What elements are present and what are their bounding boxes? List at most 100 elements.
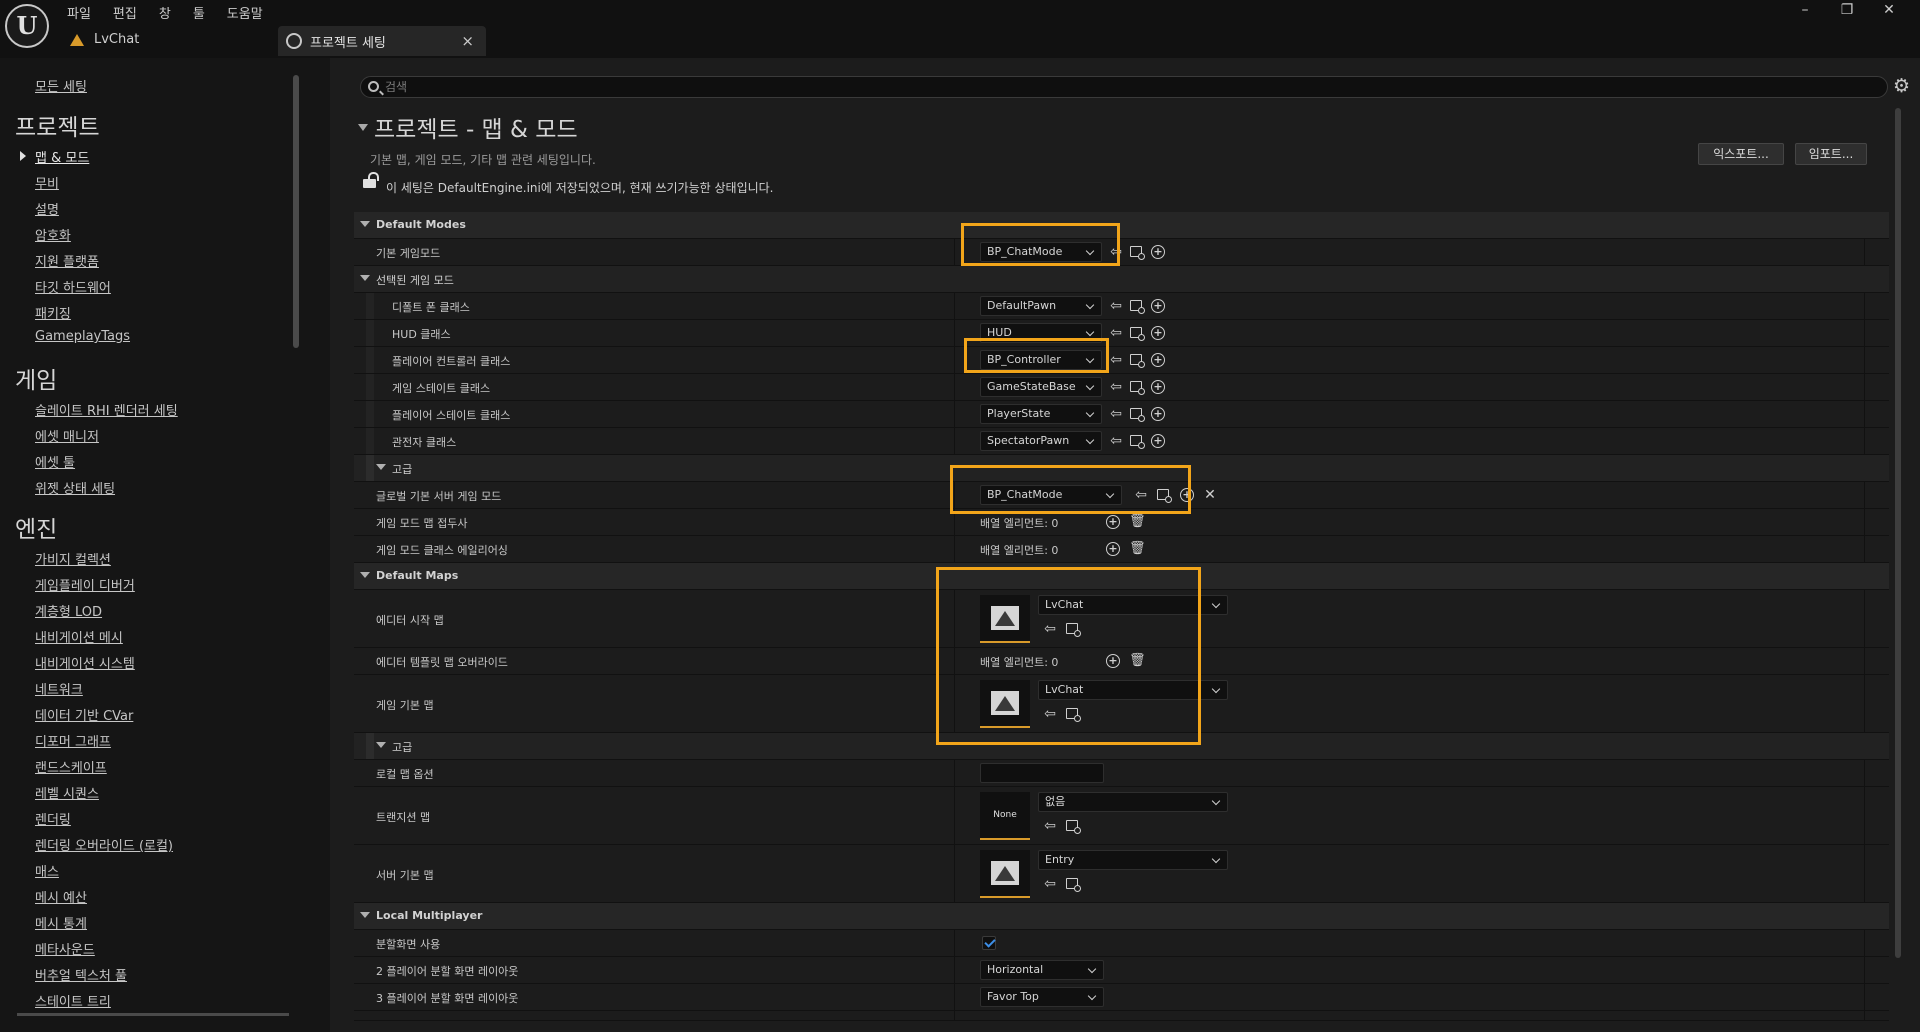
sidebar-item-mass[interactable]: 매스 xyxy=(35,861,59,880)
sidebar-item-data-driven-cvar[interactable]: 데이터 기반 CVar xyxy=(35,705,133,724)
add-icon[interactable]: + xyxy=(1106,515,1120,529)
browse-icon[interactable] xyxy=(1066,878,1081,892)
category-local-multiplayer[interactable]: Local Multiplayer xyxy=(354,903,1889,930)
sidebar-item-garbage-collection[interactable]: 가비지 컬렉션 xyxy=(35,549,111,568)
sidebar-item-landscape[interactable]: 랜드스케이프 xyxy=(35,757,107,776)
playerstate-dropdown[interactable]: PlayerState xyxy=(980,404,1102,424)
sidebar-item-state-tree[interactable]: 스테이트 트리 xyxy=(35,991,111,1010)
sidebar-all-settings[interactable]: 모든 세팅 xyxy=(35,76,87,95)
tab-project-settings[interactable]: 프로젝트 세팅 × xyxy=(278,26,486,56)
map-thumbnail-none[interactable]: None xyxy=(980,792,1030,840)
three-player-layout-dropdown[interactable]: Favor Top xyxy=(980,987,1104,1007)
export-button[interactable]: 익스포트... xyxy=(1698,143,1784,165)
use-selected-icon[interactable]: ⇦ xyxy=(1109,353,1123,367)
use-selected-icon[interactable]: ⇦ xyxy=(1043,819,1057,833)
use-selected-icon[interactable]: ⇦ xyxy=(1109,434,1123,448)
browse-icon[interactable] xyxy=(1157,489,1172,503)
import-button[interactable]: 임포트... xyxy=(1795,143,1867,165)
sidebar-item-virtual-texture-pool[interactable]: 버추얼 텍스처 풀 xyxy=(35,965,127,984)
minimize-button[interactable]: – xyxy=(1784,2,1826,18)
use-selected-icon[interactable]: ⇦ xyxy=(1109,299,1123,313)
sidebar-item-network[interactable]: 네트워크 xyxy=(35,679,83,698)
local-map-options-input[interactable] xyxy=(980,763,1104,783)
browse-icon[interactable] xyxy=(1130,381,1145,395)
browse-icon[interactable] xyxy=(1130,327,1145,341)
use-selected-icon[interactable]: ⇦ xyxy=(1109,380,1123,394)
sidebar-item-navmesh[interactable]: 내비게이션 메시 xyxy=(35,627,123,646)
add-icon[interactable]: + xyxy=(1106,542,1120,556)
add-icon[interactable]: + xyxy=(1151,299,1165,313)
gamestate-dropdown[interactable]: GameStateBase xyxy=(980,377,1102,397)
browse-icon[interactable] xyxy=(1130,246,1145,260)
browse-icon[interactable] xyxy=(1066,708,1081,722)
trash-icon[interactable]: 🗑 xyxy=(1129,654,1146,668)
map-thumbnail[interactable] xyxy=(980,850,1030,898)
use-selected-icon[interactable]: ⇦ xyxy=(1134,488,1148,502)
startup-map-dropdown[interactable]: LvChat xyxy=(1038,595,1228,615)
sidebar-item-supported-platforms[interactable]: 지원 플랫폼 xyxy=(35,251,99,270)
category-default-modes[interactable]: Default Modes xyxy=(354,212,1889,239)
tab-close-icon[interactable]: × xyxy=(461,32,474,50)
sidebar-item-mesh-budget[interactable]: 메시 예산 xyxy=(35,887,87,906)
browse-icon[interactable] xyxy=(1130,408,1145,422)
map-thumbnail[interactable] xyxy=(980,595,1030,643)
menu-help[interactable]: 도움말 xyxy=(227,3,263,22)
add-icon[interactable]: + xyxy=(1151,407,1165,421)
spectator-dropdown[interactable]: SpectatorPawn xyxy=(980,431,1102,451)
browse-icon[interactable] xyxy=(1066,623,1081,637)
add-icon[interactable]: + xyxy=(1151,245,1165,259)
subcategory-maps-advanced[interactable]: 고급 xyxy=(354,733,1889,760)
collapse-arrow-icon[interactable] xyxy=(358,124,368,131)
sidebar-item-level-sequence[interactable]: 레벨 시퀀스 xyxy=(35,783,99,802)
subcategory-selected-gamemode[interactable]: 선택된 게임 모드 xyxy=(354,266,1889,293)
search-input[interactable] xyxy=(385,77,1875,97)
use-selected-icon[interactable]: ⇦ xyxy=(1043,877,1057,891)
subcategory-advanced[interactable]: 고급 xyxy=(354,455,1889,482)
controller-dropdown[interactable]: BP_Controller xyxy=(980,350,1102,370)
maximize-button[interactable]: ❐ xyxy=(1826,2,1868,18)
browse-icon[interactable] xyxy=(1130,354,1145,368)
main-scrollbar[interactable] xyxy=(1895,108,1901,958)
sidebar-item-hlod[interactable]: 계층형 LOD xyxy=(35,601,102,620)
hud-dropdown[interactable]: HUD xyxy=(980,323,1102,343)
add-icon[interactable]: + xyxy=(1151,434,1165,448)
menu-window[interactable]: 창 xyxy=(159,3,171,22)
sidebar-item-gameplay-tags[interactable]: GameplayTags xyxy=(35,329,130,344)
use-selected-icon[interactable]: ⇦ xyxy=(1109,326,1123,340)
sidebar-item-asset-manager[interactable]: 에셋 매니저 xyxy=(35,426,99,445)
menu-tools[interactable]: 툴 xyxy=(193,3,205,22)
clear-icon[interactable]: ✕ xyxy=(1203,488,1217,502)
gear-icon[interactable]: ⚙ xyxy=(1893,75,1910,97)
use-selected-icon[interactable]: ⇦ xyxy=(1043,707,1057,721)
pawn-dropdown[interactable]: DefaultPawn xyxy=(980,296,1102,316)
sidebar-item-encryption[interactable]: 암호화 xyxy=(35,225,71,244)
sidebar-item-rendering[interactable]: 렌더링 xyxy=(35,809,71,828)
map-thumbnail[interactable] xyxy=(980,680,1030,728)
two-player-layout-dropdown[interactable]: Horizontal xyxy=(980,960,1104,980)
add-icon[interactable]: + xyxy=(1151,353,1165,367)
sidebar-item-nav-system[interactable]: 내비게이션 시스템 xyxy=(35,653,135,672)
menu-file[interactable]: 파일 xyxy=(67,3,91,22)
sidebar-item-gameplay-debugger[interactable]: 게임플레이 디버거 xyxy=(35,575,135,594)
server-map-dropdown[interactable]: Entry xyxy=(1038,850,1228,870)
unreal-logo-icon[interactable]: U xyxy=(5,4,49,48)
project-tab[interactable]: LvChat xyxy=(70,32,139,47)
sidebar-horizontal-scrollbar[interactable] xyxy=(17,1013,289,1016)
sidebar-item-deformer-graph[interactable]: 디포머 그래프 xyxy=(35,731,111,750)
server-gamemode-dropdown[interactable]: BP_ChatMode xyxy=(980,485,1122,505)
close-window-button[interactable]: ✕ xyxy=(1868,2,1910,18)
add-icon[interactable]: + xyxy=(1151,326,1165,340)
sidebar-item-slate-rhi[interactable]: 슬레이트 RHI 렌더러 세팅 xyxy=(35,400,178,419)
use-selected-icon[interactable]: ⇦ xyxy=(1109,407,1123,421)
use-selected-icon[interactable]: ⇦ xyxy=(1043,622,1057,636)
browse-icon[interactable] xyxy=(1130,300,1145,314)
sidebar-scrollbar[interactable] xyxy=(293,75,299,348)
add-icon[interactable]: + xyxy=(1180,488,1194,502)
browse-icon[interactable] xyxy=(1066,820,1081,834)
sidebar-item-mesh-stats[interactable]: 메시 통계 xyxy=(35,913,87,932)
sidebar-item-packaging[interactable]: 패키징 xyxy=(35,303,71,322)
gamemode-dropdown[interactable]: BP_ChatMode xyxy=(980,242,1102,262)
menu-edit[interactable]: 편집 xyxy=(113,3,137,22)
sidebar-item-asset-tools[interactable]: 에셋 툴 xyxy=(35,452,75,471)
category-default-maps[interactable]: Default Maps xyxy=(354,563,1889,590)
